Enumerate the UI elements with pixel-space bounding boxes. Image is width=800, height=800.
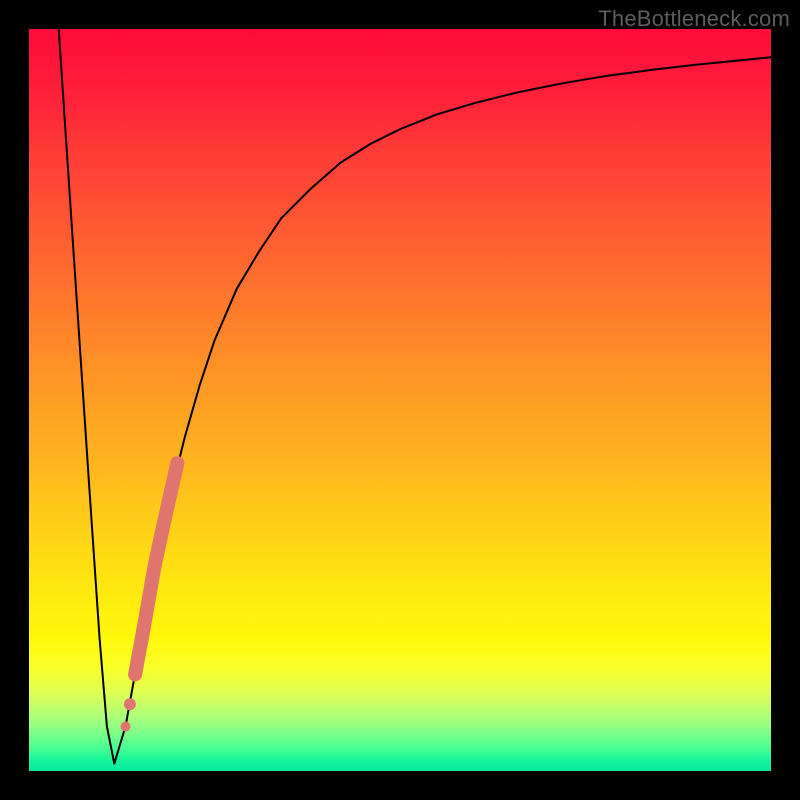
highlight-stroke xyxy=(135,463,177,674)
plot-area xyxy=(29,29,771,771)
highlight-dot xyxy=(121,722,131,732)
chart-frame: TheBottleneck.com xyxy=(0,0,800,800)
highlight-beads xyxy=(121,463,178,731)
bottleneck-curve xyxy=(59,29,771,764)
chart-overlay xyxy=(29,29,771,771)
highlight-dot xyxy=(124,698,136,710)
